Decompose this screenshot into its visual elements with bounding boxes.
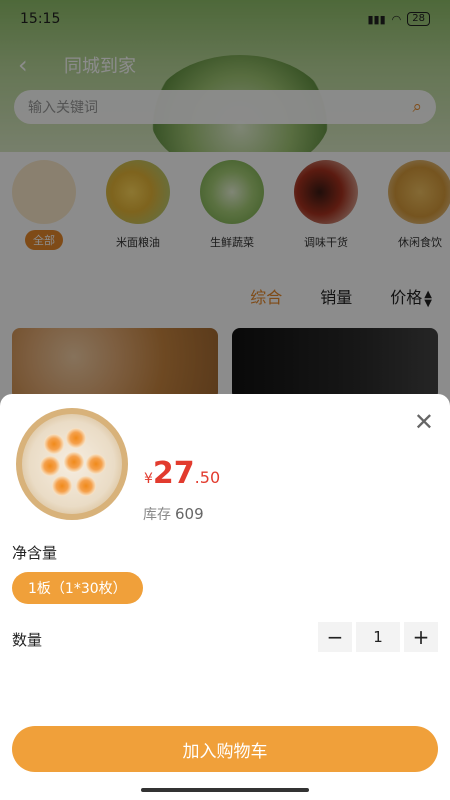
spec-option-button[interactable]: 1板（1*30枚）: [12, 572, 143, 604]
product-thumbnail: [16, 408, 128, 520]
minus-button[interactable]: −: [318, 622, 352, 652]
stock-label: 库存: [143, 507, 171, 523]
home-indicator: [141, 788, 309, 792]
stock-value: 609: [175, 505, 204, 523]
price-currency: ¥: [144, 471, 153, 487]
add-to-cart-button[interactable]: 加入购物车: [12, 726, 438, 772]
price: ¥27.50: [144, 456, 220, 491]
net-content-label: 净含量: [12, 544, 58, 562]
price-integer: 27: [152, 456, 195, 491]
quantity-value[interactable]: 1: [356, 622, 400, 652]
quantity-stepper: − 1 +: [318, 622, 438, 652]
stock-info: 库存 609: [143, 504, 204, 524]
sku-bottom-sheet: ✕ ¥27.50 库存 609 净含量 1板（1*30枚） 数量 − 1 + 加入…: [0, 394, 450, 800]
quantity-label: 数量: [12, 631, 43, 649]
close-icon[interactable]: ✕: [414, 408, 434, 436]
plus-button[interactable]: +: [404, 622, 438, 652]
price-decimal: .50: [194, 468, 221, 487]
